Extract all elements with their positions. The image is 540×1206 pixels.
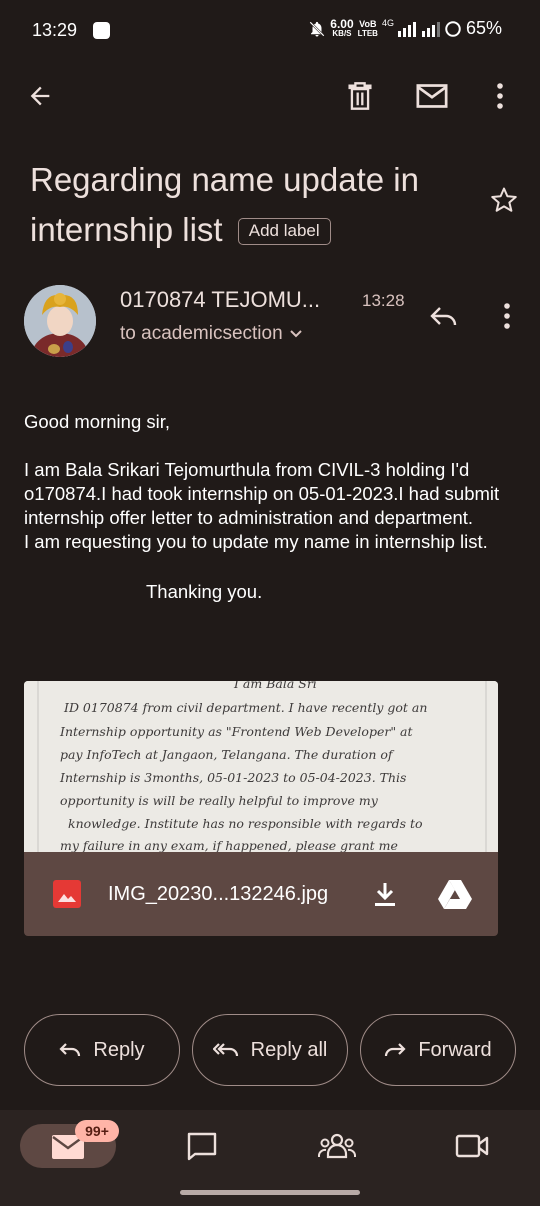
- email-closing: Thanking you.: [146, 581, 263, 602]
- spaces-icon: [318, 1133, 356, 1159]
- email-paragraph-1: I am Bala Srikari Tejomurthula from CIVI…: [24, 459, 500, 528]
- svg-text:I am Bala Sri: I am Bala Sri: [233, 681, 317, 691]
- sender-avatar[interactable]: [24, 285, 96, 357]
- reply-icon: [59, 1043, 81, 1057]
- mail-count-badge: 99+: [75, 1120, 119, 1142]
- reply-all-label: Reply all: [250, 1038, 328, 1061]
- network-type: 4G: [381, 18, 394, 28]
- handwriting-line: my failure in any exam, if happened, ple…: [60, 838, 398, 852]
- forward-label: Forward: [418, 1038, 492, 1061]
- forward-button[interactable]: Forward: [360, 1014, 516, 1086]
- recipient-toggle[interactable]: to academicsection: [120, 323, 303, 345]
- more-options-button[interactable]: [478, 74, 522, 118]
- trash-icon: [348, 82, 372, 110]
- volte-bottom: LTEB: [357, 28, 378, 38]
- more-vert-icon: [497, 83, 503, 109]
- attachment-preview[interactable]: I am Bala Sri ID 0170874 from civil depa…: [24, 681, 498, 852]
- home-indicator[interactable]: [180, 1190, 360, 1195]
- delete-button[interactable]: [338, 74, 382, 118]
- mute-bell-icon: [309, 20, 325, 37]
- attachment-card[interactable]: I am Bala Sri ID 0170874 from civil depa…: [24, 681, 498, 936]
- handwriting-line: knowledge. Institute has no responsible …: [68, 816, 423, 831]
- mail-icon: [416, 84, 448, 108]
- handwriting-line: Internship is 3months, 05-01-2023 to 05-…: [59, 770, 406, 785]
- reply-button[interactable]: Reply: [24, 1014, 180, 1086]
- reply-all-button[interactable]: Reply all: [192, 1014, 348, 1086]
- recipient-text: to academicsection: [120, 323, 283, 344]
- star-button[interactable]: [482, 178, 526, 222]
- nav-meet-button[interactable]: [450, 1124, 494, 1168]
- save-to-drive-button[interactable]: [433, 872, 477, 916]
- status-indicators: 6.00 KB/S VoB LTEB 4G 65%: [308, 18, 502, 39]
- reply-quick-button[interactable]: [422, 294, 466, 338]
- download-icon: [375, 883, 395, 906]
- add-label-chip[interactable]: Add label: [237, 218, 331, 245]
- email-paragraph-2: I am requesting you to update my name in…: [24, 531, 488, 552]
- arrow-left-icon: [30, 86, 50, 106]
- net-speed-unit: KB/S: [332, 28, 352, 38]
- volte-top: VoB: [359, 18, 377, 29]
- email-time: 13:28: [362, 291, 405, 310]
- more-vert-icon: [504, 303, 510, 329]
- notification-dot-icon: [93, 22, 110, 39]
- handwriting-line: pay InfoTech at Jangaon, Telangana. The …: [60, 747, 395, 762]
- volte-indicator: VoB LTEB: [357, 18, 378, 38]
- chat-icon: [187, 1132, 217, 1161]
- battery-level: 65%: [465, 18, 502, 38]
- status-time: 13:29: [32, 20, 78, 40]
- signal-2-icon: [421, 21, 440, 37]
- chevron-down-icon: [289, 330, 302, 338]
- forward-icon: [385, 1043, 406, 1057]
- battery-icon: [445, 20, 461, 37]
- star-icon: [491, 187, 517, 212]
- signal-icon: [397, 21, 416, 37]
- attachment-filename: IMG_20230...132246.jpg: [108, 883, 329, 905]
- handwriting-line: opportunity is will be really helpful to…: [60, 793, 379, 808]
- reply-icon: [430, 307, 457, 326]
- video-camera-icon: [455, 1134, 489, 1158]
- nav-chat-button[interactable]: [180, 1124, 224, 1168]
- email-subject: Regarding name update in internship list…: [30, 155, 480, 255]
- net-speed: 6.00 KB/S: [330, 16, 354, 38]
- net-speed-value: 6.00: [330, 16, 354, 31]
- mark-unread-button[interactable]: [410, 74, 454, 118]
- handwriting-line: ID 0170874 from civil department. I have…: [63, 700, 427, 715]
- message-more-button[interactable]: [485, 294, 529, 338]
- drive-icon: [438, 880, 472, 909]
- image-file-icon: [53, 880, 81, 908]
- handwriting-line: Internship opportunity as "Frontend Web …: [59, 724, 413, 739]
- status-bar: 13:29 6.00 KB/S VoB LTEB 4G 65%: [0, 0, 540, 64]
- reply-label: Reply: [93, 1038, 145, 1061]
- reply-all-icon: [212, 1043, 238, 1057]
- sender-name[interactable]: 0170874 TEJOMU...: [120, 287, 320, 313]
- attachment-bar[interactable]: IMG_20230...132246.jpg: [24, 852, 498, 936]
- avatar-photo-icon: [24, 285, 96, 357]
- back-button[interactable]: [18, 74, 62, 118]
- nav-spaces-button[interactable]: [315, 1124, 359, 1168]
- handwritten-letter-image: I am Bala Sri ID 0170874 from civil depa…: [24, 681, 498, 852]
- subject-text: Regarding name update in internship list: [30, 161, 419, 248]
- email-greeting: Good morning sir,: [24, 411, 171, 432]
- download-button[interactable]: [363, 872, 407, 916]
- email-body: Good morning sir, I am Bala Srikari Tejo…: [24, 410, 514, 604]
